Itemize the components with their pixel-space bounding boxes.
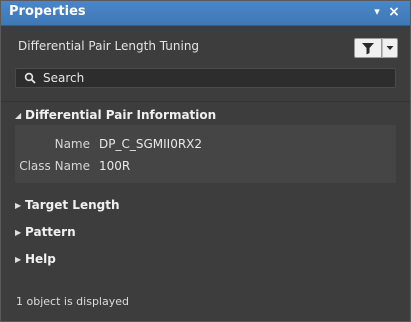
search-placeholder: Search xyxy=(43,71,85,85)
filter-dropdown-button[interactable] xyxy=(382,38,398,58)
section-label: Pattern xyxy=(25,225,76,239)
properties-panel: Properties ▾ × Differential Pair Length … xyxy=(0,0,411,322)
expanded-triangle-icon: ◢ xyxy=(15,111,22,120)
section-label: Help xyxy=(25,252,56,266)
property-label-class-name: Class Name xyxy=(19,159,90,173)
funnel-icon xyxy=(362,43,374,55)
property-value-name[interactable]: DP_C_SGMII0RX2 xyxy=(99,137,202,151)
object-type-label: Differential Pair Length Tuning xyxy=(18,39,200,53)
panel-titlebar[interactable]: Properties ▾ × xyxy=(1,1,410,26)
property-label-name: Name xyxy=(54,137,90,151)
property-value-class-name[interactable]: 100R xyxy=(99,159,130,173)
divider xyxy=(1,101,410,102)
section-label: Target Length xyxy=(25,198,120,212)
panel-close-icon[interactable]: × xyxy=(387,5,401,19)
collapsed-triangle-icon: ▶ xyxy=(15,255,22,264)
section-differential-pair-information[interactable]: ◢ Differential Pair Information xyxy=(15,108,216,124)
collapsed-triangle-icon: ▶ xyxy=(15,228,22,237)
filter-button[interactable] xyxy=(354,38,382,58)
search-input[interactable]: Search xyxy=(15,68,396,88)
section-target-length[interactable]: ▶ Target Length xyxy=(15,198,120,214)
panel-title: Properties xyxy=(9,4,86,19)
search-icon xyxy=(24,72,36,84)
selection-status: 1 object is displayed xyxy=(16,295,129,308)
chevron-down-icon xyxy=(386,46,394,50)
section-label: Differential Pair Information xyxy=(25,108,217,122)
panel-subheader: Differential Pair Length Tuning xyxy=(1,26,410,64)
collapsed-triangle-icon: ▶ xyxy=(15,201,22,210)
section-help[interactable]: ▶ Help xyxy=(15,252,56,268)
section-pattern[interactable]: ▶ Pattern xyxy=(15,225,76,241)
panel-menu-chevron-icon[interactable]: ▾ xyxy=(370,5,384,19)
differential-pair-info-group: Name DP_C_SGMII0RX2 Class Name 100R xyxy=(15,125,396,183)
